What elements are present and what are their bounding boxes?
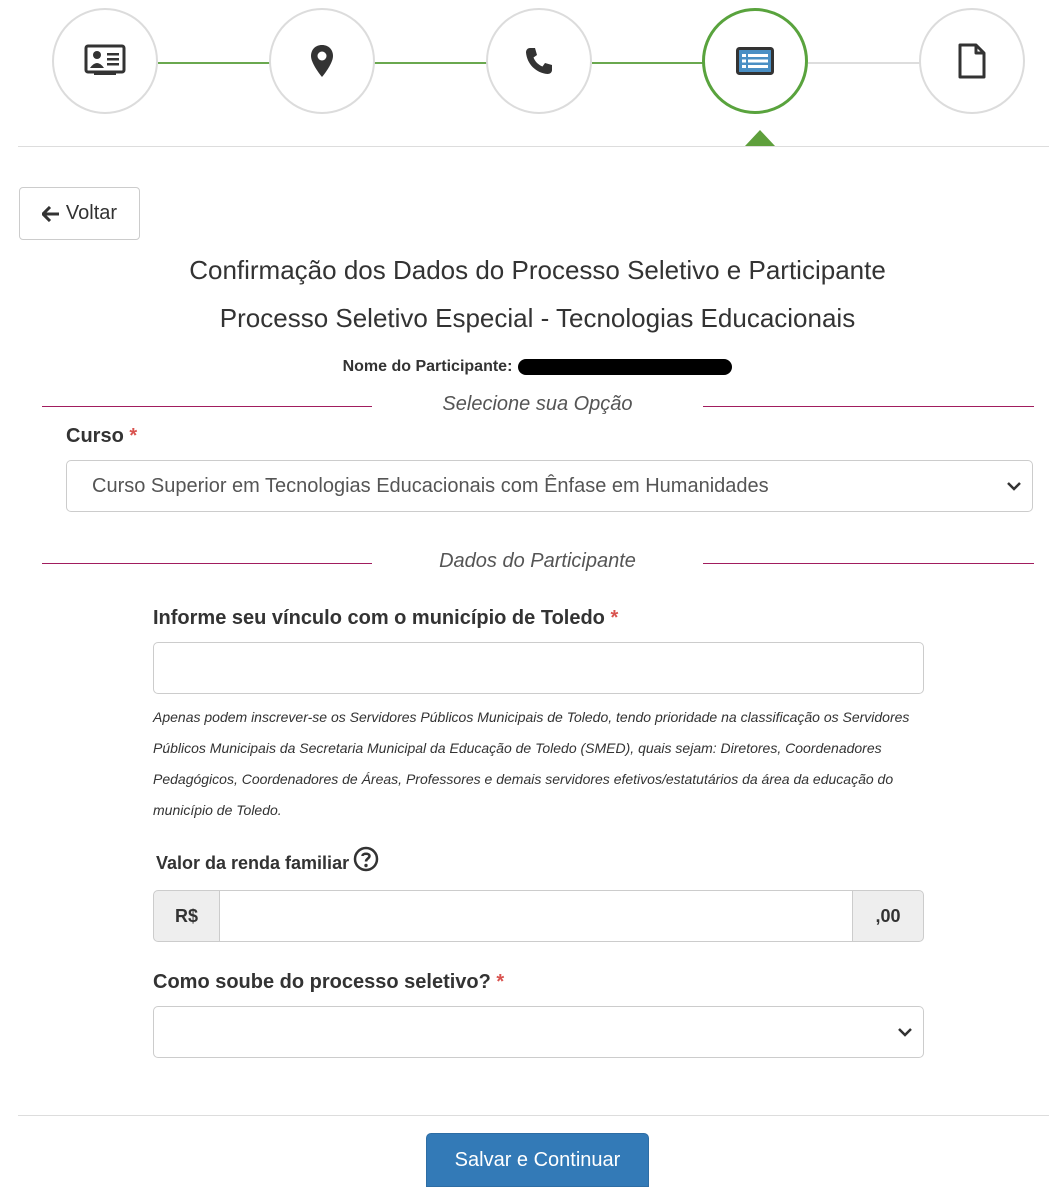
participant-name: Nome do Participante: (0, 358, 1049, 376)
currency-suffix: ,00 (852, 890, 924, 942)
redacted-name (518, 358, 733, 375)
stepper-divider (18, 146, 1049, 147)
page-title: Confirmação dos Dados do Processo Seleti… (189, 255, 886, 285)
file-icon (958, 43, 986, 79)
stepper-line-4 (808, 62, 922, 64)
required-mark: * (129, 425, 138, 447)
currency-prefix: R$ (153, 890, 220, 942)
map-marker-icon (311, 45, 333, 77)
participant-label: Nome do Participante: (342, 358, 513, 375)
back-button-label: Voltar (65, 202, 118, 224)
chevron-down-icon (898, 1028, 912, 1037)
footer-divider (18, 1115, 1049, 1116)
stepper-line-1 (158, 62, 270, 64)
back-button[interactable]: Voltar (19, 187, 140, 240)
stepper-line-2 (373, 62, 488, 64)
active-step-indicator (745, 130, 775, 146)
step-selection-data[interactable] (702, 8, 808, 114)
step-address[interactable] (269, 8, 375, 114)
save-continue-button[interactable]: Salvar e Continuar (426, 1133, 649, 1187)
step-documents[interactable] (919, 8, 1025, 114)
arrow-left-icon (41, 205, 59, 222)
page-subtitle: Processo Seletivo Especial - Tecnologias… (219, 303, 856, 333)
renda-input[interactable] (219, 890, 853, 942)
chevron-down-icon (1007, 482, 1021, 491)
section-divider-right (703, 406, 1034, 407)
course-label: Curso * (66, 425, 138, 447)
course-select[interactable]: Curso Superior em Tecnologias Educaciona… (66, 460, 1033, 512)
vinculo-help-text: Apenas podem inscrever-se os Servidores … (153, 709, 910, 818)
stepper-line-3 (592, 62, 704, 64)
section-title-option: Selecione sua Opção (442, 393, 633, 415)
step-identification[interactable] (52, 8, 158, 114)
required-mark: * (610, 607, 619, 629)
list-icon (736, 47, 774, 75)
como-soube-label: Como soube do processo seletivo? * (153, 971, 505, 993)
required-mark: * (496, 971, 505, 993)
section-divider-left (42, 406, 372, 407)
como-soube-select[interactable] (153, 1006, 924, 1058)
section-divider-left (42, 563, 372, 564)
renda-label: Valor da renda familiar (156, 846, 379, 876)
course-select-value: Curso Superior em Tecnologias Educaciona… (92, 474, 769, 497)
vinculo-label: Informe seu vínculo com o município de T… (153, 607, 619, 629)
phone-icon (526, 48, 552, 74)
vinculo-input[interactable] (153, 642, 924, 694)
question-circle-icon[interactable] (353, 846, 379, 872)
section-title-participant: Dados do Participante (439, 550, 636, 572)
section-divider-right (703, 563, 1034, 564)
id-card-icon (84, 44, 126, 75)
step-contact[interactable] (486, 8, 592, 114)
